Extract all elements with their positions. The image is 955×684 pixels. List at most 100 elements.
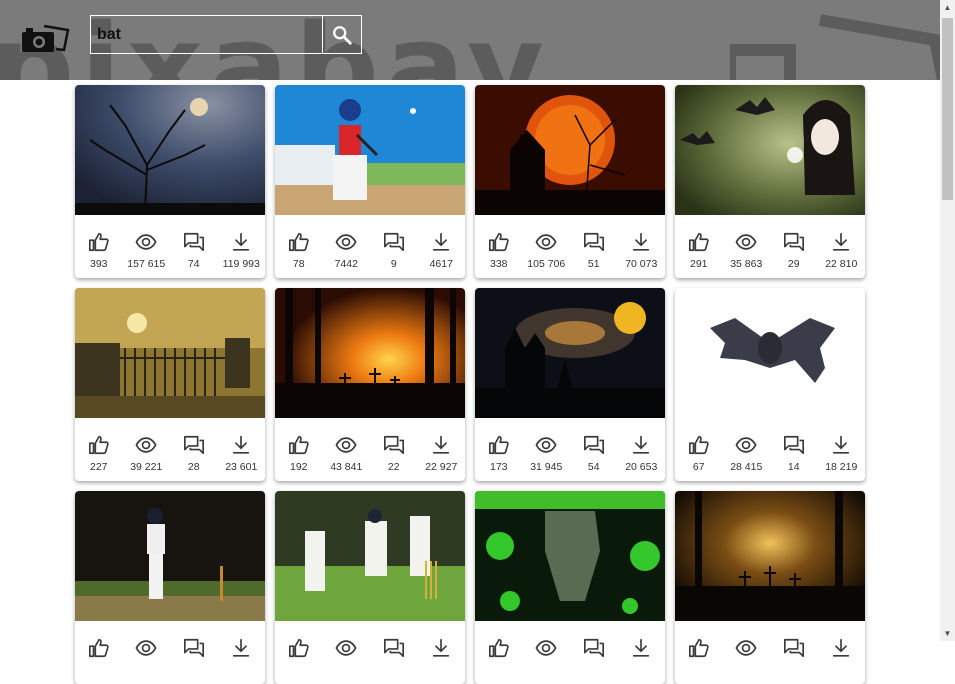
search-button[interactable]: [322, 16, 361, 53]
view-count: 35 863: [730, 258, 763, 270]
download-icon: [433, 638, 450, 657]
like-button[interactable]: 393: [75, 215, 123, 278]
image-card[interactable]: 291 35 863 29 22 810: [675, 85, 865, 278]
like-button[interactable]: 227: [75, 418, 123, 481]
thumbs-up-icon: [288, 435, 309, 455]
eye-icon: [735, 437, 757, 453]
like-button[interactable]: 291: [675, 215, 723, 278]
image-card[interactable]: 173 31 945 54 20 653: [475, 288, 665, 481]
view-count: 43 841: [330, 461, 363, 473]
comment-icon: [783, 435, 804, 455]
download-button[interactable]: 119 993: [218, 215, 266, 278]
image-thumbnail[interactable]: [675, 288, 865, 418]
views-stat: 7442: [323, 215, 371, 278]
image-card[interactable]: 67 28 415 14 18 219: [675, 288, 865, 481]
comment-icon: [783, 638, 804, 658]
search-icon: [333, 25, 352, 45]
image-thumbnail[interactable]: [275, 491, 465, 621]
eye-icon: [535, 640, 557, 656]
image-card[interactable]: 192 43 841 22 22 927: [275, 288, 465, 481]
views-stat: 39 221: [123, 418, 171, 481]
comments-button[interactable]: 14: [770, 418, 818, 481]
image-thumbnail[interactable]: [675, 85, 865, 215]
image-card[interactable]: 78 7442 9 4617: [275, 85, 465, 278]
like-button[interactable]: 338: [475, 215, 523, 278]
image-thumbnail[interactable]: [475, 491, 665, 621]
search-input[interactable]: [91, 16, 322, 53]
comments-button[interactable]: 54: [570, 418, 618, 481]
camera-logo-icon[interactable]: [20, 18, 72, 56]
comments-button[interactable]: 9: [370, 215, 418, 278]
comment-count: 54: [587, 461, 600, 473]
comments-button[interactable]: 28: [170, 418, 218, 481]
card-stats: 338 105 706 51 70 073: [475, 215, 665, 278]
like-button[interactable]: 67: [675, 418, 723, 481]
download-count: 70 073: [625, 258, 658, 270]
views-stat: [523, 621, 571, 684]
thumbs-up-icon: [288, 638, 309, 658]
image-thumbnail[interactable]: [275, 85, 465, 215]
thumbs-up-icon: [688, 435, 709, 455]
header-background-camera-icon: [730, 14, 940, 80]
download-button[interactable]: 22 810: [818, 215, 866, 278]
download-button[interactable]: 23 601: [218, 418, 266, 481]
scroll-up-arrow-icon[interactable]: ▲: [940, 0, 955, 15]
eye-icon: [335, 234, 357, 250]
like-count: 67: [692, 461, 705, 473]
like-button[interactable]: 78: [275, 215, 323, 278]
comments-button[interactable]: 51: [570, 215, 618, 278]
comments-button[interactable]: 29: [770, 215, 818, 278]
comments-button[interactable]: [570, 621, 618, 684]
image-card[interactable]: [475, 491, 665, 684]
comments-button[interactable]: 22: [370, 418, 418, 481]
search-box: [90, 15, 362, 54]
view-count: 28 415: [730, 461, 763, 473]
views-stat: 35 863: [723, 215, 771, 278]
scrollbar[interactable]: ▲ ▼: [940, 0, 955, 641]
comment-count: 74: [187, 258, 200, 270]
comments-button[interactable]: 74: [170, 215, 218, 278]
download-button[interactable]: 22 927: [418, 418, 466, 481]
like-button[interactable]: 192: [275, 418, 323, 481]
like-button[interactable]: 173: [475, 418, 523, 481]
image-thumbnail[interactable]: [475, 85, 665, 215]
like-button[interactable]: [275, 621, 323, 684]
comments-button[interactable]: [770, 621, 818, 684]
download-button[interactable]: [418, 621, 466, 684]
image-thumbnail[interactable]: [75, 288, 265, 418]
download-button[interactable]: [618, 621, 666, 684]
comments-button[interactable]: [370, 621, 418, 684]
download-button[interactable]: [218, 621, 266, 684]
download-icon: [433, 435, 450, 454]
image-card[interactable]: [75, 491, 265, 684]
image-thumbnail[interactable]: [275, 288, 465, 418]
download-button[interactable]: 4617: [418, 215, 466, 278]
like-button[interactable]: [675, 621, 723, 684]
comment-count: 22: [387, 461, 400, 473]
like-count: 192: [289, 461, 308, 473]
download-button[interactable]: [818, 621, 866, 684]
views-stat: 43 841: [323, 418, 371, 481]
like-button[interactable]: [475, 621, 523, 684]
comments-button[interactable]: [170, 621, 218, 684]
image-card[interactable]: 393 157 615 74 119 993: [75, 85, 265, 278]
image-thumbnail[interactable]: [75, 491, 265, 621]
image-card[interactable]: [675, 491, 865, 684]
image-card[interactable]: 338 105 706 51 70 073: [475, 85, 665, 278]
image-card[interactable]: 227 39 221 28 23 601: [75, 288, 265, 481]
image-thumbnail[interactable]: [475, 288, 665, 418]
views-stat: [723, 621, 771, 684]
download-icon: [633, 232, 650, 251]
download-button[interactable]: 20 653: [618, 418, 666, 481]
image-thumbnail[interactable]: [75, 85, 265, 215]
download-button[interactable]: 70 073: [618, 215, 666, 278]
views-stat: 31 945: [523, 418, 571, 481]
download-button[interactable]: 18 219: [818, 418, 866, 481]
image-card[interactable]: [275, 491, 465, 684]
comment-count: 28: [187, 461, 200, 473]
image-thumbnail[interactable]: [675, 491, 865, 621]
like-button[interactable]: [75, 621, 123, 684]
card-stats: 67 28 415 14 18 219: [675, 418, 865, 481]
scrollbar-thumb[interactable]: [942, 18, 953, 200]
scroll-down-arrow-icon[interactable]: ▼: [940, 626, 955, 641]
